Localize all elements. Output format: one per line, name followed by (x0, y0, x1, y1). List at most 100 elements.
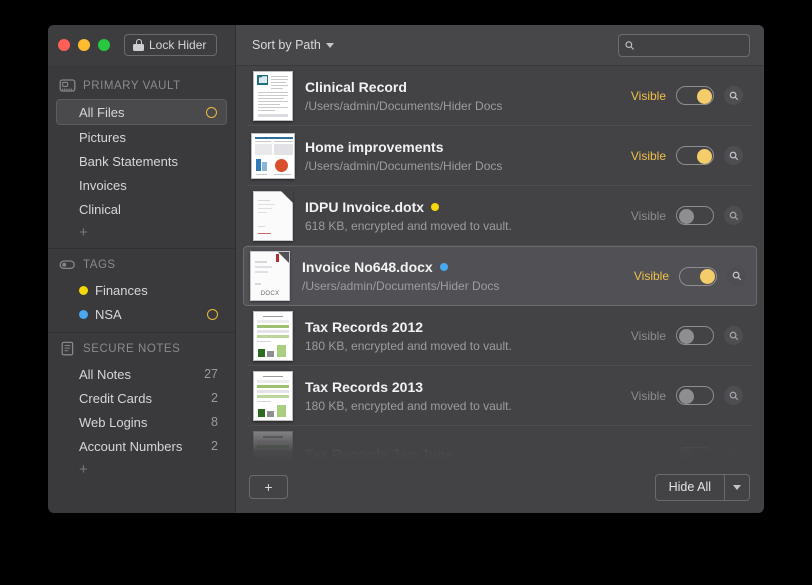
sidebar-item-invoices[interactable]: Invoices (56, 173, 227, 197)
chevron-down-icon (325, 42, 334, 48)
file-info: Tax Records Jan-June (295, 446, 631, 461)
table-row[interactable]: Tax Records Jan-June Visible (247, 426, 753, 461)
file-subtitle: /Users/admin/Documents/Hider Docs (305, 158, 503, 173)
tag-dot-icon (431, 202, 440, 211)
visibility-toggle[interactable] (676, 386, 714, 405)
visibility-label: Visible (630, 208, 666, 223)
sidebar-item-pictures[interactable]: Pictures (56, 125, 227, 149)
file-controls: Visible (631, 86, 753, 105)
file-controls: Visible (630, 446, 753, 461)
sidebar-item-count: 2 (211, 439, 218, 453)
search-box[interactable] (618, 33, 750, 57)
hide-all-dropdown-button[interactable] (724, 474, 749, 500)
reveal-in-finder-button[interactable] (724, 206, 743, 225)
table-row[interactable]: Home improvements /Users/admin/Documents… (247, 126, 753, 186)
visibility-toggle[interactable] (676, 206, 714, 225)
sidebar: Lock Hider PRIMARY VAULT All Files Pictu… (48, 25, 236, 513)
table-row[interactable]: Tax Records 2012 180 KB, encrypted and m… (247, 306, 753, 366)
main-toolbar: Sort by Path (236, 25, 764, 66)
visibility-label: Visible (630, 328, 666, 343)
sidebar-item-label: NSA (95, 306, 122, 322)
tag-dot-icon (79, 285, 88, 295)
sidebar-item-all-files[interactable]: All Files (56, 99, 227, 125)
sidebar-item-bank-statements[interactable]: Bank Statements (56, 149, 227, 173)
file-thumbnail (251, 130, 295, 182)
minimize-button[interactable] (78, 39, 90, 51)
sidebar-item-label: Invoices (79, 177, 127, 193)
search-icon (729, 211, 738, 220)
reveal-in-finder-button[interactable] (724, 326, 743, 345)
sidebar-item-label: Pictures (79, 129, 126, 145)
visibility-toggle[interactable] (676, 446, 714, 461)
close-button[interactable] (58, 39, 70, 51)
visibility-label: Visible (630, 449, 666, 461)
file-thumbnail (251, 430, 295, 461)
sidebar-item-clinical[interactable]: Clinical (56, 197, 227, 221)
sidebar-item-credit-cards[interactable]: Credit Cards 2 (56, 386, 227, 410)
reveal-in-finder-button[interactable] (724, 86, 743, 105)
table-row[interactable]: Tax Records 2013 180 KB, encrypted and m… (247, 366, 753, 426)
document-page-icon (253, 190, 293, 241)
sidebar-item-label: Finances (95, 282, 148, 298)
file-subtitle: 180 KB, encrypted and moved to vault. (305, 338, 512, 353)
tag-toggle-icon (59, 260, 75, 270)
visibility-toggle[interactable] (676, 326, 714, 345)
add-secure-note-button[interactable]: + (56, 459, 227, 479)
reveal-in-finder-button[interactable] (724, 446, 743, 461)
file-title: Tax Records Jan-June (305, 446, 454, 461)
file-subtitle: /Users/admin/Documents/Hider Docs (302, 279, 500, 293)
table-row[interactable]: DOCX Invoice No648.docx /Users/admin/Doc… (243, 246, 757, 306)
traffic-lights (58, 39, 110, 51)
file-controls: Visible (631, 326, 753, 345)
file-controls: Visible (634, 266, 756, 286)
file-thumbnail (251, 370, 295, 422)
sort-by-label: Sort by Path (252, 38, 321, 52)
file-subtitle: 180 KB, encrypted and moved to vault. (305, 398, 512, 413)
file-title: Tax Records 2012 (305, 318, 424, 335)
main-panel: Sort by Path Clinical Record /Users/admi… (236, 25, 764, 513)
visibility-toggle[interactable] (676, 146, 714, 165)
sidebar-item-label: Bank Statements (79, 153, 178, 169)
reveal-in-finder-button[interactable] (724, 146, 743, 165)
sidebar-item-all-notes[interactable]: All Notes 27 (56, 362, 227, 386)
file-title: IDPU Invoice.dotx (305, 198, 425, 215)
visibility-toggle[interactable] (679, 266, 717, 286)
add-file-button[interactable]: + (249, 475, 288, 499)
lock-icon (133, 39, 144, 51)
sidebar-item-tag-finances[interactable]: Finances (56, 278, 227, 302)
sort-by-path-dropdown[interactable]: Sort by Path (249, 36, 337, 54)
table-row[interactable]: Clinical Record /Users/admin/Documents/H… (247, 66, 753, 126)
docx-document-icon: DOCX (250, 251, 290, 301)
sidebar-item-tag-nsa[interactable]: NSA (56, 302, 227, 326)
section-header-secure-notes: SECURE NOTES (48, 334, 235, 362)
visibility-toggle[interactable] (676, 86, 714, 105)
sidebar-item-label: Clinical (79, 201, 121, 217)
sidebar-scroll-area[interactable]: PRIMARY VAULT All Files Pictures Bank St… (48, 65, 235, 513)
table-row[interactable]: IDPU Invoice.dotx 618 KB, encrypted and … (247, 186, 753, 246)
search-icon (729, 151, 738, 160)
plus-icon: + (264, 479, 273, 495)
add-vault-folder-button[interactable]: + (56, 222, 227, 242)
file-info: Tax Records 2013 180 KB, encrypted and m… (295, 379, 631, 413)
hide-all-button[interactable]: Hide All (656, 475, 724, 500)
reveal-in-finder-button[interactable] (727, 266, 746, 286)
file-thumbnail (251, 70, 295, 122)
file-thumbnail: DOCX (248, 250, 292, 302)
search-icon (729, 451, 738, 461)
status-ring-icon (206, 106, 217, 118)
sidebar-item-web-logins[interactable]: Web Logins 8 (56, 410, 227, 434)
reveal-in-finder-button[interactable] (724, 386, 743, 405)
sidebar-item-count: 8 (211, 415, 218, 429)
visibility-label: Visible (630, 388, 666, 403)
section-header-tags: TAGS (48, 250, 235, 278)
file-list[interactable]: Clinical Record /Users/admin/Documents/H… (236, 66, 764, 461)
lock-hider-label: Lock Hider (149, 38, 207, 52)
visibility-label: Visible (630, 148, 666, 163)
search-input[interactable] (638, 38, 743, 52)
sidebar-item-label: Web Logins (79, 414, 148, 430)
zoom-button[interactable] (98, 39, 110, 51)
sidebar-item-account-numbers[interactable]: Account Numbers 2 (56, 434, 227, 458)
lock-hider-button[interactable]: Lock Hider (124, 34, 218, 56)
window-titlebar: Lock Hider (48, 25, 235, 65)
section-title: TAGS (83, 258, 116, 271)
